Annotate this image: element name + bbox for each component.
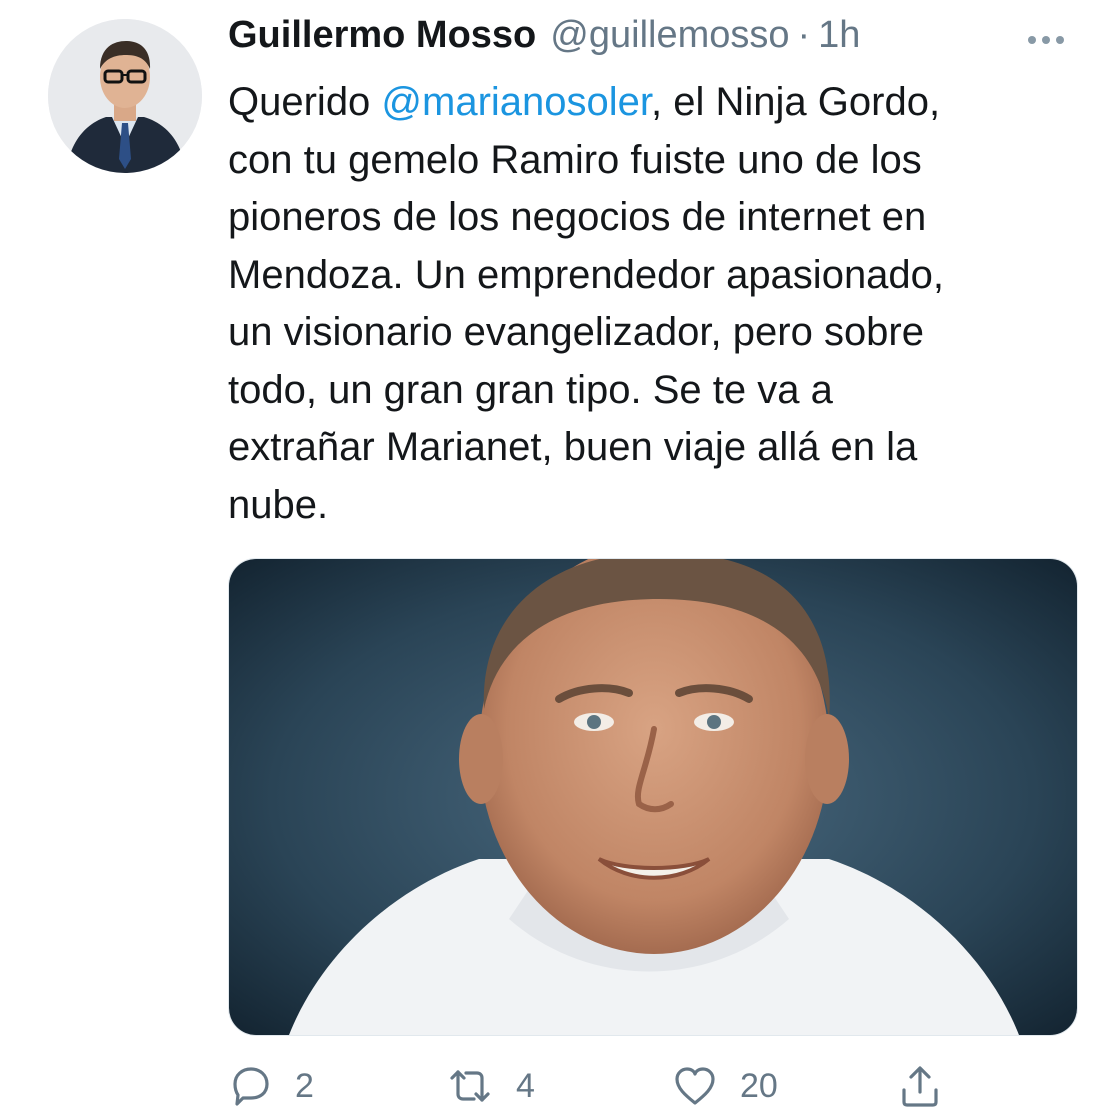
reply-button[interactable]: 2 [229,1058,314,1114]
tweet-line: extrañar Marianet, buen viaje allá en la [228,425,918,469]
avatar-photo [48,19,202,173]
tweet-line: Querido @marianosoler, el Ninja Gordo, [228,74,1078,132]
reply-icon [229,1064,273,1108]
author-handle[interactable]: @guillemosso [550,14,789,57]
photo-image [229,559,1077,1035]
tweet-line: todo, un gran gran tipo. Se te va a [228,367,833,412]
tweet-line: pioneros de los negocios de internet en [228,195,927,239]
tweet-line: nube. [228,482,329,527]
tweet-line: un visionario evangelizador, pero sobre [228,310,924,354]
tweet-line: Mendoza. Un emprendedor apasionado, [228,252,945,297]
header-separator: · [797,14,811,56]
tweet-photo[interactable] [228,558,1078,1036]
retweet-count: 4 [516,1066,535,1105]
author-name[interactable]: Guillermo Mosso [228,14,536,57]
more-icon[interactable] [1028,36,1064,44]
tweet-timestamp[interactable]: 1h [818,14,860,57]
tweet-text-segment: , el Ninja Gordo, [651,80,941,124]
tweet-header: Guillermo Mosso @guillemosso · 1h [228,14,860,64]
tweet: Guillermo Mosso @guillemosso · 1h Querid… [0,0,1107,1109]
tweet-line: con tu gemelo Ramiro fuiste uno de los [228,137,922,182]
tweet-text-segment: Querido [228,80,382,124]
retweet-button[interactable]: 4 [446,1058,535,1114]
avatar[interactable] [48,19,202,173]
tweet-text: Querido @marianosoler, el Ninja Gordo, c… [228,74,1078,534]
reply-count: 2 [295,1066,314,1105]
share-button[interactable] [898,1058,942,1114]
retweet-icon [446,1064,494,1108]
tweet-actions: 2 4 20 [0,1058,1107,1114]
like-button[interactable]: 20 [672,1058,778,1114]
like-count: 20 [740,1066,778,1105]
share-icon [898,1064,942,1108]
mention-link[interactable]: @marianosoler [381,80,651,124]
heart-icon [672,1064,718,1108]
